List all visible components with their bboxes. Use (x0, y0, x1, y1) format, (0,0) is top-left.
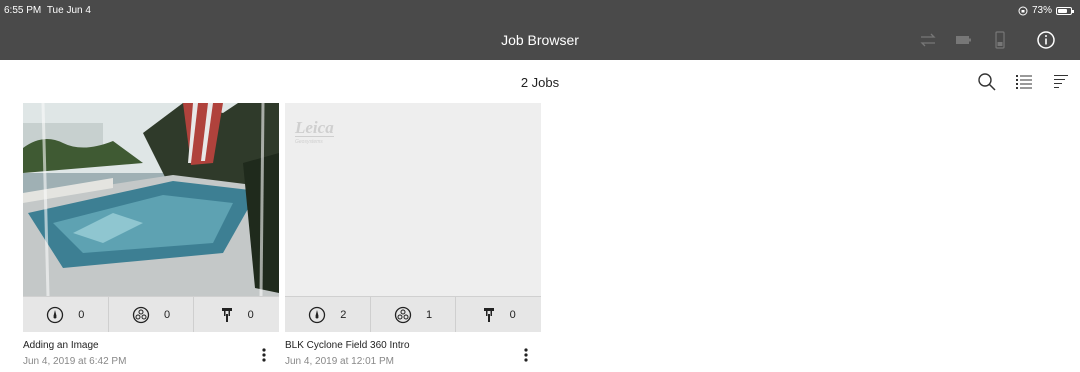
job-stats: 0 0 0 (23, 296, 279, 332)
job-card[interactable]: 0 0 0 Adding an Image Jun 4, 2019 at 6:4… (23, 103, 279, 367)
status-right: 73% (1018, 5, 1074, 16)
job-card[interactable]: Leica Geosystems 2 1 0 BLK Cyclone Field… (285, 103, 541, 367)
setups-count: 0 (78, 308, 85, 321)
status-bar: 6:55 PM Tue Jun 4 73% (0, 0, 1080, 20)
job-thumbnail-logo[interactable]: Leica Geosystems (285, 103, 541, 296)
status-time-date: 6:55 PM Tue Jun 4 (4, 5, 91, 16)
job-date: Jun 4, 2019 at 6:42 PM (23, 356, 127, 367)
images-count: 1 (425, 308, 433, 321)
job-thumbnail-photo[interactable] (23, 103, 279, 296)
status-time: 6:55 PM (4, 5, 42, 16)
targets-stat: 0 (193, 297, 279, 332)
sync-icon[interactable] (916, 28, 940, 52)
setup-icon (47, 306, 64, 323)
targets-stat: 0 (455, 297, 541, 332)
search-icon[interactable] (976, 71, 998, 93)
battery-level (1058, 8, 1067, 13)
job-stats: 2 1 0 (285, 296, 541, 332)
more-options-icon[interactable] (261, 347, 267, 363)
images-stat: 0 (107, 297, 194, 332)
targets-count: 0 (509, 308, 516, 321)
job-date: Jun 4, 2019 at 12:01 PM (285, 356, 394, 367)
setups-count: 2 (340, 308, 347, 321)
battery-icon (1056, 6, 1074, 15)
orientation-lock-icon (1018, 6, 1028, 15)
pool-photo-image (23, 103, 279, 296)
list-view-icon[interactable] (1013, 71, 1035, 93)
cluster-icon (394, 306, 412, 323)
setups-stat: 2 (285, 297, 370, 332)
battery-percent: 73% (1031, 5, 1052, 16)
images-stat: 1 (369, 297, 456, 332)
targets-count: 0 (247, 308, 254, 321)
battery-device-icon[interactable] (951, 28, 975, 52)
scanner-device-icon[interactable] (988, 28, 1012, 52)
job-name: Adding an Image (23, 340, 99, 351)
target-icon (483, 307, 494, 322)
logo-subtext: Geosystems (295, 139, 323, 145)
more-options-icon[interactable] (523, 347, 529, 363)
logo-text: Leica (295, 118, 334, 137)
job-count: 2 Jobs (520, 75, 560, 90)
cluster-icon (132, 306, 150, 323)
info-icon[interactable] (1034, 28, 1058, 52)
sort-icon[interactable] (1050, 71, 1072, 93)
target-icon (221, 307, 232, 322)
setup-icon (309, 306, 326, 323)
status-date: Tue Jun 4 (46, 5, 91, 16)
setups-stat: 0 (23, 297, 108, 332)
images-count: 0 (163, 308, 171, 321)
leica-logo: Leica Geosystems (295, 119, 334, 145)
job-name: BLK Cyclone Field 360 Intro (285, 340, 410, 351)
jobs-toolbar: 2 Jobs (0, 70, 1080, 96)
